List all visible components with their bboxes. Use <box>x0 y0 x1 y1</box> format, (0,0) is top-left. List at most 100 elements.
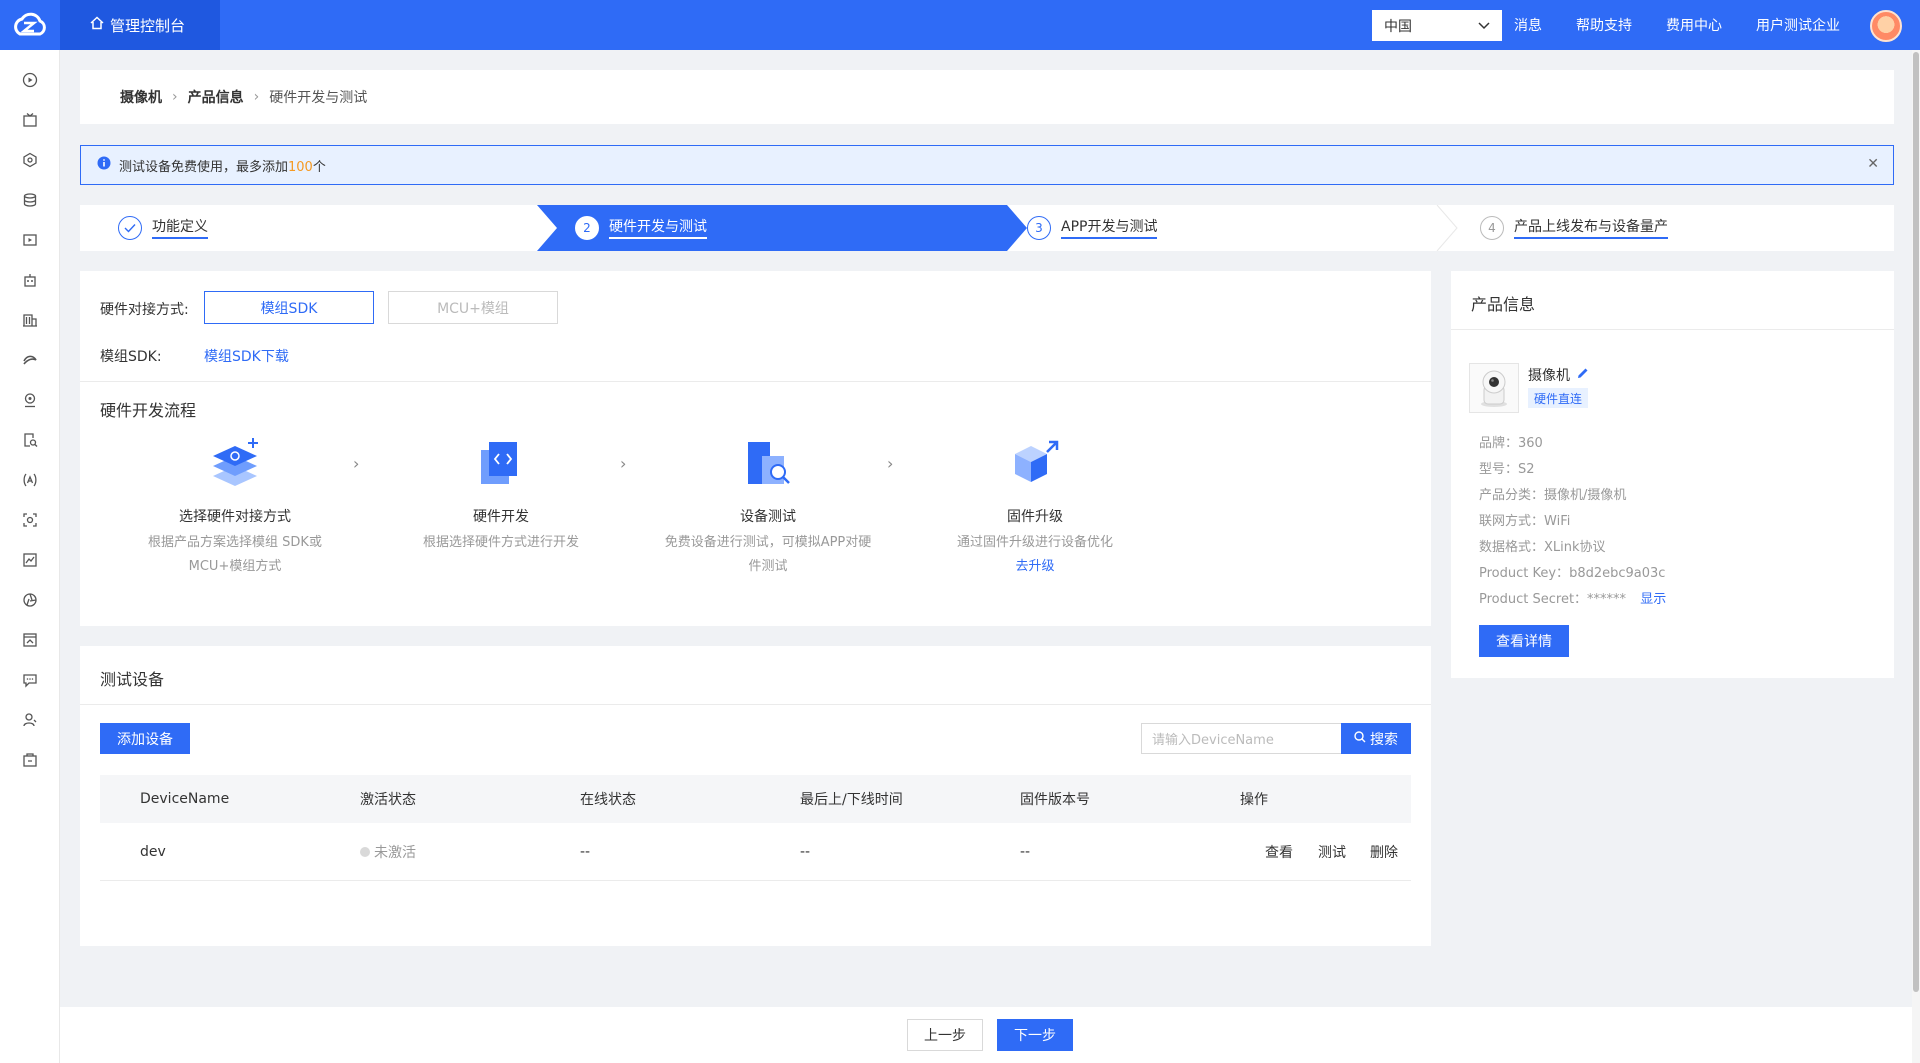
step-label: APP开发与测试 <box>1061 218 1158 239</box>
flow-step-title: 设备测试 <box>740 509 796 525</box>
info-icon <box>97 156 111 174</box>
product-secret-field: Product Secret：****** 显示 <box>1479 592 1667 607</box>
module-sdk-option[interactable]: 模组SDK <box>204 291 374 324</box>
check-icon <box>118 216 142 240</box>
device-search-input[interactable]: 请输入DeviceName <box>1141 723 1341 754</box>
hexagon-icon[interactable] <box>20 150 40 170</box>
test-action[interactable]: 测试 <box>1318 823 1346 880</box>
mcu-module-option[interactable]: MCU+模组 <box>388 291 558 324</box>
chevron-down-icon <box>1478 18 1490 34</box>
flow-step-title: 固件升级 <box>1007 509 1063 525</box>
product-info-title: 产品信息 <box>1471 295 1536 314</box>
flow-step-desc: 免费设备进行测试，可模拟APP对硬 件测试 <box>664 535 872 574</box>
breadcrumb-camera[interactable]: 摄像机 <box>120 87 162 107</box>
notice-text: 测试设备免费使用，最多添加100个 <box>119 159 326 175</box>
search-button[interactable]: 搜索 <box>1341 723 1411 754</box>
avatar[interactable] <box>1870 10 1902 42</box>
edit-icon[interactable] <box>1576 366 1590 384</box>
chevron-right-icon: › <box>620 454 627 473</box>
divider <box>80 704 1431 705</box>
last-online-time: -- <box>800 843 811 860</box>
step-hardware-dev[interactable]: 2 硬件开发与测试 <box>575 205 707 251</box>
divider <box>80 381 1431 382</box>
view-details-button[interactable]: 查看详情 <box>1479 625 1569 657</box>
building-icon[interactable] <box>20 310 40 330</box>
step-feature-definition[interactable]: 功能定义 <box>118 205 208 251</box>
column-header: 操作 <box>1240 792 1268 808</box>
logo[interactable] <box>0 0 60 50</box>
account-link[interactable]: 用户测试企业 <box>1756 15 1840 35</box>
table-header: DeviceName 激活状态 在线状态 最后上/下线时间 固件版本号 操作 <box>100 775 1411 823</box>
user-icon[interactable] <box>20 710 40 730</box>
step-number: 3 <box>1027 216 1051 240</box>
close-icon[interactable]: ✕ <box>1867 156 1879 172</box>
notice-banner: 测试设备免费使用，最多添加100个 ✕ <box>80 145 1894 185</box>
messages-link[interactable]: 消息 <box>1514 15 1542 35</box>
tv-icon[interactable] <box>20 110 40 130</box>
next-step-button[interactable]: 下一步 <box>997 1019 1073 1051</box>
robot-icon[interactable] <box>20 270 40 290</box>
upgrade-link[interactable]: 去升级 <box>915 555 1155 579</box>
image-icon[interactable] <box>20 630 40 650</box>
step-number: 2 <box>575 216 599 240</box>
step-app-dev[interactable]: 3 APP开发与测试 <box>1027 205 1158 251</box>
model-field: 型号：S2 <box>1479 462 1535 477</box>
console-label: 管理控制台 <box>110 16 186 35</box>
search-icon <box>1354 730 1366 747</box>
data-format-field: 数据格式：XLink协议 <box>1479 540 1606 555</box>
breadcrumb-product-info[interactable]: 产品信息 <box>188 87 244 107</box>
divider <box>1451 329 1894 330</box>
chevron-right-icon: › <box>887 454 894 473</box>
delete-action[interactable]: 删除 <box>1370 823 1398 880</box>
column-header: 激活状态 <box>360 792 416 808</box>
scan-icon[interactable] <box>20 510 40 530</box>
product-key-field: Product Key：b8d2ebc9a03c <box>1479 566 1666 581</box>
breadcrumb-separator: › <box>253 89 260 105</box>
camera-product-icon <box>1481 370 1507 407</box>
wallet-icon[interactable] <box>20 750 40 770</box>
mode-label: 硬件对接方式: <box>100 302 189 318</box>
play-circle-icon[interactable] <box>20 70 40 90</box>
database-icon[interactable] <box>20 190 40 210</box>
step-number: 4 <box>1480 216 1504 240</box>
step-label: 功能定义 <box>152 218 208 239</box>
search-button-label: 搜索 <box>1370 731 1398 748</box>
product-info-panel: 产品信息 摄像机 硬件直连 品牌：360 型号：S2 产品分类：摄像机/摄像机 … <box>1451 271 1894 678</box>
console-home-button[interactable]: 管理控制台 <box>60 0 220 50</box>
flow-step-desc: 通过固件升级进行设备优化 去升级 <box>915 531 1155 579</box>
aperture-icon[interactable] <box>20 590 40 610</box>
document-search-icon[interactable] <box>20 430 40 450</box>
message-icon[interactable] <box>20 670 40 690</box>
sdk-download-link[interactable]: 模组SDK下载 <box>204 346 289 366</box>
region-select[interactable]: 中国 <box>1372 10 1502 41</box>
hardware-panel: 硬件对接方式: 模组SDK MCU+模组 模组SDK: 模组SDK下载 硬件开发… <box>80 271 1431 626</box>
layers-icon <box>205 436 265 496</box>
show-secret-link[interactable]: 显示 <box>1640 592 1666 607</box>
camera-icon[interactable] <box>20 390 40 410</box>
view-action[interactable]: 查看 <box>1265 823 1293 880</box>
billing-center-link[interactable]: 费用中心 <box>1666 15 1722 35</box>
column-header: 最后上/下线时间 <box>800 792 903 808</box>
brand-field: 品牌：360 <box>1479 436 1543 451</box>
step-publish[interactable]: 4 产品上线发布与设备量产 <box>1480 205 1668 251</box>
step-label: 硬件开发与测试 <box>609 218 707 239</box>
table-row: dev 未激活 -- -- -- 查看 测试 删除 <box>100 823 1411 881</box>
region-value: 中国 <box>1384 18 1412 35</box>
notice-limit: 100 <box>288 159 313 175</box>
connection-tag: 硬件直连 <box>1528 388 1589 408</box>
cloud-logo-icon <box>14 12 46 36</box>
wave-icon[interactable] <box>20 350 40 370</box>
previous-step-button[interactable]: 上一步 <box>907 1019 983 1051</box>
step-label: 产品上线发布与设备量产 <box>1514 218 1668 239</box>
status-dot <box>360 846 370 857</box>
activation-status: 未激活 <box>360 823 416 880</box>
add-device-button[interactable]: 添加设备 <box>100 723 190 754</box>
chart-icon[interactable] <box>20 550 40 570</box>
help-support-link[interactable]: 帮助支持 <box>1576 15 1632 35</box>
device-name: dev <box>140 843 166 860</box>
page-scrollbar-thumb[interactable] <box>1913 52 1919 992</box>
top-links: 消息 帮助支持 费用中心 用户测试企业 <box>1514 0 1840 50</box>
online-status: -- <box>580 843 591 860</box>
api-icon[interactable] <box>20 470 40 490</box>
media-icon[interactable] <box>20 230 40 250</box>
